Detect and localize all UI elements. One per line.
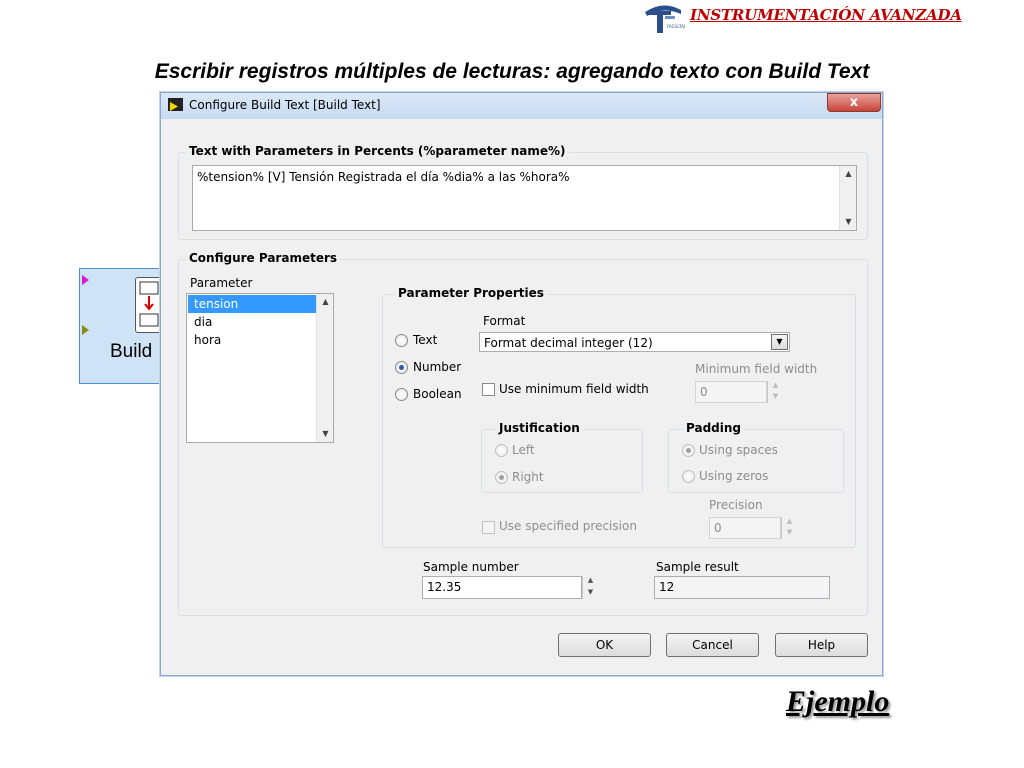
parameter-label: Parameter [190, 276, 253, 290]
parameter-properties-group: Parameter Properties Text Number Boolean… [382, 286, 856, 548]
radio-right[interactable] [495, 471, 508, 484]
radio-text[interactable] [395, 334, 408, 347]
spin-down-icon[interactable]: ▼ [768, 392, 783, 403]
radio-using-zeros[interactable] [682, 470, 695, 483]
sample-number-label: Sample number [423, 560, 519, 574]
radio-right-label: Right [512, 470, 544, 484]
ok-button[interactable]: OK [558, 633, 651, 657]
padding-group: Padding Using spaces Using zeros [668, 421, 844, 493]
logo-icon: FACULTAD [641, 2, 687, 34]
format-select-value: Format decimal integer (12) [484, 336, 653, 350]
radio-using-zeros-label: Using zeros [699, 469, 769, 483]
scroll-down-icon[interactable]: ▼ [840, 217, 857, 227]
dropdown-arrow-icon[interactable]: ▼ [771, 334, 788, 350]
close-icon: x [849, 95, 859, 110]
precision-label: Precision [709, 498, 763, 512]
build-text-node: Build [79, 268, 169, 384]
list-item[interactable]: hora [188, 331, 316, 349]
radio-text-label: Text [413, 333, 438, 347]
radio-number[interactable] [395, 361, 408, 374]
precision-input[interactable]: 0 [709, 517, 781, 539]
spin-up-icon[interactable]: ▲ [782, 517, 797, 528]
spin-up-icon[interactable]: ▲ [583, 576, 598, 588]
dialog-titlebar[interactable]: Configure Build Text [Build Text] x [161, 93, 882, 119]
use-min-width-label: Use minimum field width [499, 382, 649, 396]
scroll-up-icon[interactable]: ▲ [317, 297, 334, 307]
slide-title: Escribir registros múltiples de lecturas… [154, 60, 870, 83]
close-button[interactable]: x [827, 93, 881, 112]
use-precision-checkbox[interactable] [482, 521, 495, 534]
min-width-spinner[interactable]: ▲ ▼ [767, 381, 783, 403]
format-text-value: %tension% [V] Tensión Registrada el día … [197, 170, 570, 184]
radio-boolean[interactable] [395, 388, 408, 401]
use-min-width-checkbox[interactable] [482, 383, 495, 396]
radio-left-label: Left [512, 443, 535, 457]
text-scrollbar[interactable]: ▲ ▼ [839, 166, 856, 230]
labview-icon [168, 98, 183, 111]
help-button[interactable]: Help [775, 633, 868, 657]
sample-result-field: 12 [654, 576, 830, 599]
node-terminal-icon [82, 275, 89, 285]
radio-boolean-label: Boolean [413, 387, 462, 401]
format-label: Format [483, 314, 526, 328]
spin-down-icon[interactable]: ▼ [583, 588, 598, 600]
dialog-client: Text with Parameters in Percents (%param… [168, 119, 875, 669]
group-label: Text with Parameters in Percents (%param… [186, 144, 569, 158]
list-item[interactable]: dia [188, 313, 316, 331]
list-item[interactable]: tension [188, 295, 316, 313]
brand-title: INSTRUMENTACIÓN AVANZADA [690, 6, 962, 24]
configure-parameters-group: Configure Parameters Parameter tension d… [178, 251, 868, 616]
group-label: Padding [683, 421, 744, 435]
svg-text:FACULTAD: FACULTAD [667, 24, 685, 29]
min-width-input[interactable]: 0 [695, 381, 767, 403]
spin-up-icon[interactable]: ▲ [768, 381, 783, 392]
format-select[interactable]: Format decimal integer (12) ▼ [479, 332, 790, 352]
text-parameters-group: Text with Parameters in Percents (%param… [178, 144, 868, 240]
list-scrollbar[interactable]: ▲ ▼ [316, 294, 333, 442]
cancel-button[interactable]: Cancel [666, 633, 759, 657]
radio-number-label: Number [413, 360, 462, 374]
radio-using-spaces[interactable] [682, 444, 695, 457]
sample-number-spinner[interactable]: ▲ ▼ [582, 576, 598, 599]
group-label: Justification [496, 421, 583, 435]
justification-group: Justification Left Right [481, 421, 643, 493]
dialog-title: Configure Build Text [Build Text] [189, 98, 381, 112]
configure-build-text-dialog: Configure Build Text [Build Text] x Text… [160, 92, 883, 676]
scroll-up-icon[interactable]: ▲ [840, 169, 857, 179]
spin-down-icon[interactable]: ▼ [782, 528, 797, 539]
node-label: Build [110, 341, 153, 362]
use-precision-label: Use specified precision [499, 519, 637, 533]
parameter-list[interactable]: tension dia hora ▲ ▼ [186, 293, 334, 443]
scroll-down-icon[interactable]: ▼ [317, 429, 334, 439]
radio-left[interactable] [495, 444, 508, 457]
precision-spinner[interactable]: ▲ ▼ [781, 517, 797, 539]
sample-number-input[interactable]: 12.35 [422, 576, 582, 599]
example-label: Ejemplo [786, 685, 890, 718]
node-terminal-icon [82, 325, 89, 335]
sample-result-label: Sample result [656, 560, 739, 574]
radio-using-spaces-label: Using spaces [699, 443, 778, 457]
min-width-label: Minimum field width [695, 362, 818, 376]
group-label: Parameter Properties [395, 286, 547, 300]
group-label: Configure Parameters [186, 251, 341, 265]
format-text-area[interactable]: %tension% [V] Tensión Registrada el día … [192, 165, 857, 231]
